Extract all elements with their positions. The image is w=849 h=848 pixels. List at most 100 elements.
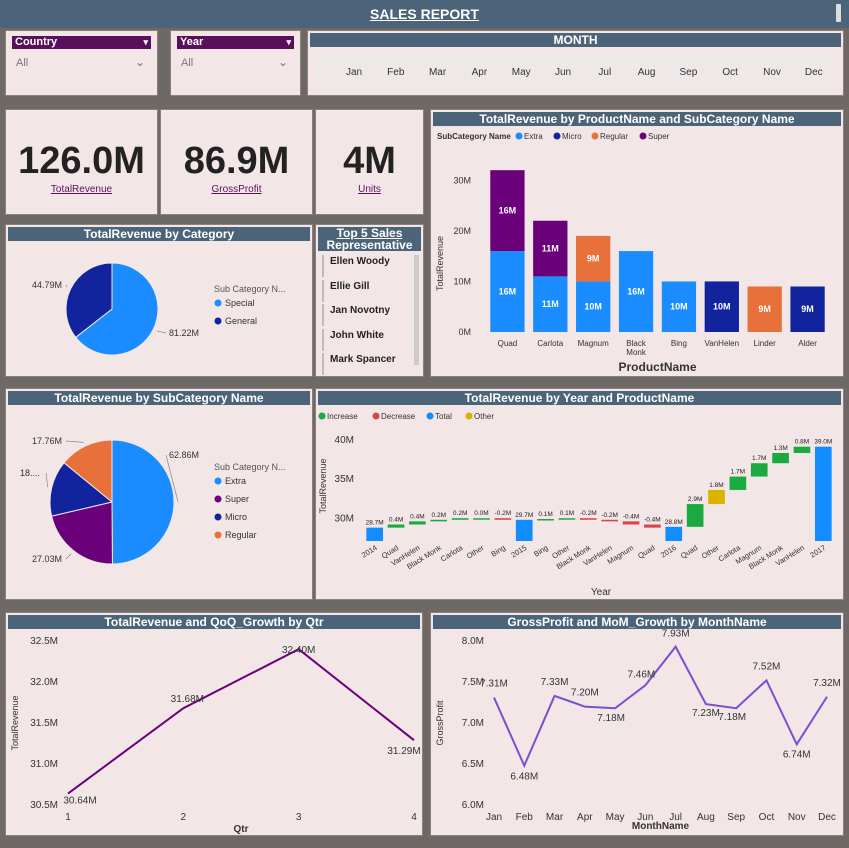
month-button-nov[interactable]: Nov [752, 67, 792, 78]
top-reps-panel: Top 5 Sales Representative Ellen Woody El… [315, 224, 424, 377]
waterfall-bar[interactable] [473, 518, 490, 520]
data-point[interactable] [643, 683, 648, 688]
legend-item: Total [435, 412, 452, 421]
month-line-panel: GrossProfit and MoM_Growth by MonthName … [430, 612, 844, 836]
data-point[interactable] [613, 706, 618, 711]
year-slicer-value[interactable]: All [181, 57, 193, 69]
x-tick-label: 2014 [360, 543, 379, 559]
dropdown-chevron-icon[interactable]: ⌄ [278, 55, 288, 69]
month-button-aug[interactable]: Aug [627, 67, 667, 78]
y-tick-label: 0M [458, 327, 471, 337]
bar-data-label: 10M [584, 302, 602, 312]
rep-item[interactable]: Ellie Gill [322, 279, 422, 302]
dropdown-chevron-icon[interactable]: ⌄ [135, 55, 145, 69]
reps-scrollbar[interactable] [414, 255, 419, 365]
rep-item[interactable]: Mark Spancer [322, 353, 422, 375]
waterfall-bar[interactable] [750, 463, 768, 477]
waterfall-bar[interactable] [409, 521, 426, 525]
waterfall-bar[interactable] [366, 527, 384, 541]
waterfall-bar[interactable] [387, 524, 405, 528]
data-point[interactable] [703, 702, 708, 707]
month-button-may[interactable]: May [501, 67, 541, 78]
country-slicer[interactable]: Country ▾ All ⌄ [5, 30, 158, 96]
waterfall-bar[interactable] [708, 489, 725, 505]
waterfall-bar[interactable] [579, 518, 597, 520]
data-point[interactable] [412, 738, 417, 743]
kpi-label: TotalRevenue [50, 184, 113, 195]
data-label: 7.23M [692, 708, 720, 719]
x-tick-label: Apr [577, 812, 593, 823]
leader-line [156, 330, 167, 334]
legend-item: Decrease [381, 412, 416, 421]
product-bar-chart: SubCategory Name Extra Micro Regular Super 0M… [435, 132, 825, 374]
data-point[interactable] [492, 695, 497, 700]
legend-dot [591, 132, 599, 140]
waterfall-bar[interactable] [451, 518, 469, 520]
waterfall-bar[interactable] [814, 446, 832, 541]
month-button-jan[interactable]: Jan [334, 67, 374, 78]
month-button-feb[interactable]: Feb [376, 67, 416, 78]
rep-item[interactable]: Ellen Woody [322, 255, 422, 277]
x-tick-label: Dec [818, 812, 836, 823]
waterfall-bar[interactable] [793, 446, 811, 453]
bar-data-label: 16M [499, 287, 517, 297]
x-tick-label: Black [626, 339, 647, 348]
waterfall-bar[interactable] [772, 453, 789, 464]
waterfall-bar[interactable] [644, 524, 661, 528]
data-point[interactable] [825, 694, 830, 699]
waterfall-bar[interactable] [729, 476, 747, 490]
x-tick-label: Other [465, 543, 486, 561]
data-point[interactable] [794, 742, 799, 747]
data-point[interactable] [764, 678, 769, 683]
y-tick-label: 10M [453, 276, 471, 286]
data-point[interactable] [552, 693, 557, 698]
bar-data-label: 0.0M [474, 510, 488, 517]
country-slicer-value[interactable]: All [16, 57, 28, 69]
month-button-mar[interactable]: Mar [418, 67, 458, 78]
y-tick-label: 32.0M [30, 677, 58, 688]
waterfall-bar[interactable] [515, 519, 533, 541]
waterfall-bar[interactable] [430, 519, 448, 522]
x-axis-title: Qtr [234, 824, 249, 835]
data-label: 7.52M [753, 661, 781, 672]
data-point[interactable] [522, 763, 527, 768]
rep-item[interactable]: John White [322, 328, 422, 351]
data-point[interactable] [673, 644, 678, 649]
data-label: 7.93M [662, 629, 690, 640]
month-button-sep[interactable]: Sep [668, 67, 708, 78]
month-button-apr[interactable]: Apr [459, 67, 499, 78]
data-point[interactable] [582, 704, 587, 709]
subcategory-pie-panel: TotalRevenue by SubCategory Name 62.86M 2… [5, 388, 313, 600]
bar-data-label: 0.2M [432, 512, 446, 519]
month-button-oct[interactable]: Oct [710, 67, 750, 78]
waterfall-bar[interactable] [537, 519, 554, 521]
bar-data-label: 0.1M [560, 510, 574, 517]
data-label: 7.18M [597, 713, 625, 724]
month-button-jul[interactable]: Jul [585, 67, 625, 78]
month-slicer: MONTH Jan Feb Mar Apr May Jun Jul Aug Sep Oct Nov D… [307, 30, 844, 96]
waterfall-bar[interactable] [686, 504, 704, 527]
y-tick-label: 6.0M [462, 800, 484, 811]
pie-slice[interactable] [111, 439, 175, 565]
year-slicer[interactable]: Year ▾ All ⌄ [170, 30, 301, 96]
waterfall-bar[interactable] [665, 526, 683, 541]
waterfall-bar[interactable] [622, 521, 640, 525]
waterfall-bar[interactable] [601, 519, 619, 522]
waterfall-bar[interactable] [494, 518, 512, 520]
scrollbar-thumb[interactable] [836, 4, 841, 22]
x-tick-label: Oct [759, 812, 775, 823]
month-button-dec[interactable]: Dec [794, 67, 834, 78]
month-button-jun[interactable]: Jun [543, 67, 583, 78]
y-tick-label: 7.0M [462, 718, 484, 729]
data-point[interactable] [181, 706, 186, 711]
rep-item[interactable]: Jan Novotny [322, 304, 422, 326]
x-tick-label: 3 [296, 812, 302, 823]
waterfall-bar[interactable] [558, 518, 576, 520]
bar-data-label: 11M [542, 299, 559, 309]
data-point[interactable] [734, 706, 739, 711]
legend-item: Extra [225, 476, 246, 486]
month-slicer-title: MONTH [310, 33, 841, 47]
bar-data-label: 28.7M [366, 520, 384, 527]
data-label: 7.33M [541, 677, 569, 688]
bar-data-label: -0.4M [623, 513, 640, 520]
